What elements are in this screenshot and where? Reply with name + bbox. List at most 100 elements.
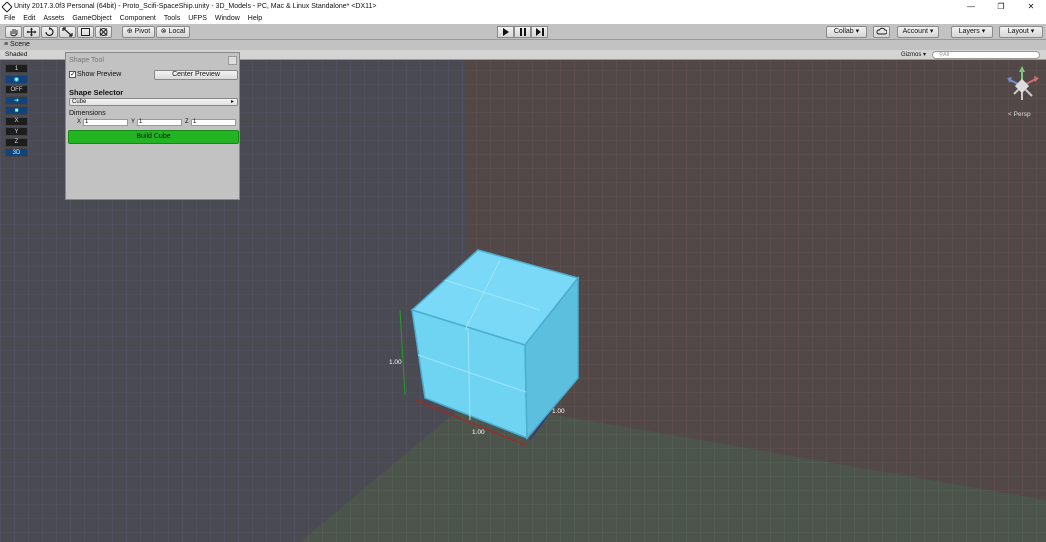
collab-dropdown[interactable]: Collab ▾ xyxy=(826,26,867,38)
maximize-button[interactable]: ❐ xyxy=(986,0,1016,13)
rotate-icon xyxy=(45,27,54,37)
unity-logo-icon xyxy=(1,0,13,13)
layers-dropdown[interactable]: Layers ▾ xyxy=(951,26,993,38)
dim-z-input[interactable]: 1 xyxy=(191,119,236,126)
transform-icon xyxy=(99,28,108,36)
side-tool-y[interactable]: Y xyxy=(5,127,28,136)
shape-tool-panel: Shape Tool ✓ Show Preview Center Preview… xyxy=(65,52,240,200)
side-tool-arrow[interactable]: ➜ xyxy=(5,95,28,105)
play-button[interactable] xyxy=(497,26,514,38)
scene-header: ≡ Scene xyxy=(0,40,1046,50)
chevron-down-icon: ▾ xyxy=(1030,28,1035,35)
dimensions-label: Dimensions xyxy=(69,110,106,117)
scale-icon xyxy=(62,27,73,37)
dim-y-input[interactable]: 1 xyxy=(137,119,182,126)
shading-mode-dropdown[interactable]: Shaded xyxy=(5,51,27,58)
menu-edit[interactable]: Edit xyxy=(23,15,35,22)
menu-file[interactable]: File xyxy=(4,15,15,22)
width-dimension-label: 1.00 xyxy=(472,429,485,436)
side-tool-off-label: OFF xyxy=(10,86,23,93)
show-preview-checkbox[interactable]: ✓ xyxy=(69,71,76,78)
tab-scene[interactable]: ≡ Scene xyxy=(4,41,30,48)
dim-x-label: X xyxy=(77,119,82,125)
menu-help[interactable]: Help xyxy=(248,15,262,22)
step-button[interactable] xyxy=(531,26,548,38)
panel-title: Shape Tool xyxy=(69,57,104,64)
gizmos-dropdown[interactable]: Gizmos ▾ xyxy=(901,51,926,58)
hand-icon xyxy=(10,29,18,37)
hand-tool-button[interactable] xyxy=(5,26,22,38)
account-dropdown[interactable]: Account ▾ xyxy=(897,26,939,38)
dim-z-label: Z xyxy=(185,119,189,125)
side-tool-x-label: X xyxy=(14,118,19,124)
side-tool-eye[interactable]: ◉ xyxy=(5,74,28,84)
height-dimension-label: 1.00 xyxy=(389,359,402,366)
account-label: Account ▾ xyxy=(902,28,934,35)
chevron-down-icon: ▾ xyxy=(981,28,986,35)
side-tool-z-label: Z xyxy=(14,139,19,145)
local-toggle[interactable]: ⊗ Local xyxy=(156,26,190,38)
side-tool-1-label: 1 xyxy=(14,65,19,72)
side-tool-z[interactable]: Z xyxy=(5,137,28,147)
window-controls: — ❐ ✕ xyxy=(956,0,1046,13)
transform-tool-button[interactable] xyxy=(95,26,112,38)
center-preview-button[interactable]: Center Preview xyxy=(154,70,238,80)
pivot-icon: ⊕ xyxy=(126,28,133,35)
scale-tool-button[interactable] xyxy=(59,26,76,38)
layers-label: Layers xyxy=(958,28,980,35)
dim-x-input[interactable]: 1 xyxy=(83,119,128,126)
pause-icon xyxy=(519,28,526,36)
pivot-label: Pivot xyxy=(134,28,151,35)
axis-gizmo-icon xyxy=(1007,66,1039,100)
play-icon xyxy=(502,28,509,36)
local-icon: ⊗ xyxy=(160,28,167,35)
side-tool-lock[interactable]: ■ xyxy=(5,106,28,115)
side-tool-x[interactable]: X xyxy=(5,116,28,126)
window-title: Unity 2017.3.0f3 Personal (64bit) - Prot… xyxy=(14,3,377,10)
menu-ufps[interactable]: UFPS xyxy=(188,15,207,22)
shape-dropdown[interactable]: Cube ▸ xyxy=(69,98,238,106)
panel-close-button[interactable] xyxy=(228,56,237,65)
cloud-button[interactable] xyxy=(873,26,890,38)
depth-dimension-label: 1.00 xyxy=(552,408,565,415)
menu-gameobject[interactable]: GameObject xyxy=(72,15,111,22)
collab-label: Collab ▾ xyxy=(833,28,860,35)
pivot-toggle[interactable]: ⊕ Pivot xyxy=(122,26,155,38)
menu-assets[interactable]: Assets xyxy=(43,15,64,22)
move-icon xyxy=(26,27,37,37)
move-tool-button[interactable] xyxy=(23,26,40,38)
menu-window[interactable]: Window xyxy=(215,15,240,22)
cloud-icon xyxy=(876,27,888,35)
menu-tools[interactable]: Tools xyxy=(164,15,180,22)
lock-icon: ■ xyxy=(14,107,19,114)
eye-icon: ◉ xyxy=(13,76,20,83)
shape-dropdown-value: Cube xyxy=(72,99,87,105)
menu-bar: File Edit Assets GameObject Component To… xyxy=(0,13,1046,24)
show-preview-label: Show Preview xyxy=(77,71,122,78)
pause-button[interactable] xyxy=(514,26,531,38)
side-tool-off[interactable]: OFF xyxy=(5,85,28,94)
hamburger-icon: ≡ xyxy=(4,41,9,48)
side-tool-1[interactable]: 1 xyxy=(5,64,28,73)
build-cube-button[interactable]: Build Cube xyxy=(68,130,239,144)
rotate-tool-button[interactable] xyxy=(41,26,58,38)
menu-component[interactable]: Component xyxy=(120,15,156,22)
step-icon xyxy=(535,28,544,36)
layout-label: Layout xyxy=(1007,28,1029,35)
minimize-button[interactable]: — xyxy=(956,0,986,13)
shape-selector-heading: Shape Selector xyxy=(69,88,124,97)
layout-dropdown[interactable]: Layout ▾ xyxy=(999,26,1043,38)
main-toolbar: ⊕ Pivot ⊗ Local Collab ▾ Account ▾ Layer… xyxy=(0,24,1046,40)
scene-search-input[interactable]: ⚲All xyxy=(932,51,1040,59)
search-placeholder: All xyxy=(943,52,950,58)
side-tool-3d[interactable]: 3D xyxy=(5,148,28,157)
rect-icon xyxy=(81,28,90,36)
close-button[interactable]: ✕ xyxy=(1016,0,1046,13)
side-tool-3d-label: 3D xyxy=(12,149,21,156)
side-tool-y-label: Y xyxy=(14,128,19,135)
arrow-right-icon: ➜ xyxy=(13,97,20,104)
orientation-gizmo[interactable] xyxy=(1002,64,1042,114)
rect-tool-button[interactable] xyxy=(77,26,94,38)
perspective-label[interactable]: < Persp xyxy=(1008,111,1031,118)
scene-tab-label: Scene xyxy=(10,41,30,48)
